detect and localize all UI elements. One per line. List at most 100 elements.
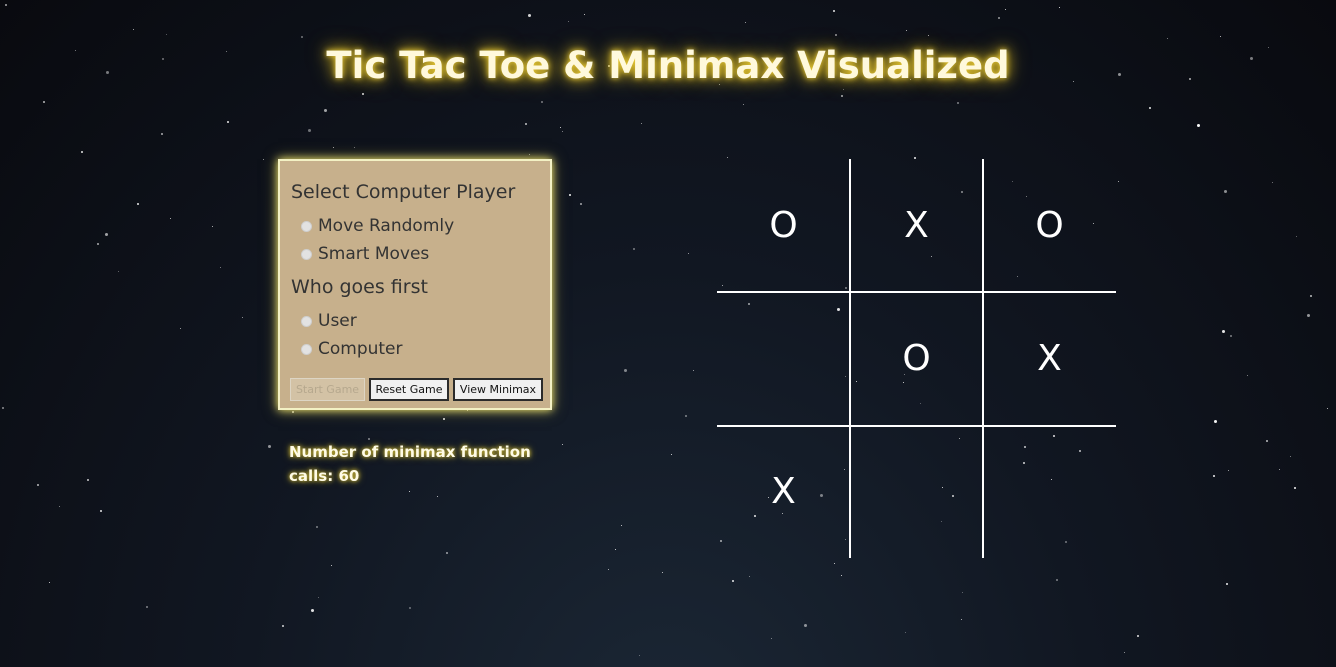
star-dot bbox=[1059, 7, 1060, 8]
star-dot bbox=[282, 625, 284, 627]
star-dot bbox=[1214, 420, 1217, 423]
star-dot bbox=[97, 243, 99, 245]
star-dot bbox=[1056, 579, 1058, 581]
star-dot bbox=[905, 632, 906, 633]
star-dot bbox=[81, 151, 83, 153]
star-dot bbox=[180, 328, 181, 329]
starfield-background bbox=[0, 0, 1336, 667]
star-dot bbox=[170, 218, 171, 219]
who-goes-first-heading: Who goes first bbox=[291, 276, 428, 298]
star-dot bbox=[641, 123, 642, 124]
board-cell[interactable]: X bbox=[983, 292, 1116, 425]
star-dot bbox=[316, 526, 318, 528]
star-dot bbox=[301, 36, 303, 38]
board-cell[interactable]: O bbox=[983, 159, 1116, 292]
start-game-button[interactable]: Start Game bbox=[290, 378, 365, 401]
computer-player-heading: Select Computer Player bbox=[291, 181, 516, 203]
star-dot bbox=[1149, 107, 1151, 109]
star-dot bbox=[621, 525, 622, 526]
star-dot bbox=[961, 619, 962, 620]
radio-button-icon[interactable] bbox=[301, 220, 312, 232]
board-cell[interactable]: X bbox=[717, 425, 850, 558]
star-dot bbox=[841, 575, 842, 576]
star-dot bbox=[409, 491, 410, 492]
star-dot bbox=[633, 248, 635, 250]
radio-button-icon[interactable] bbox=[301, 315, 312, 327]
star-dot bbox=[685, 415, 687, 417]
star-dot bbox=[1307, 314, 1310, 317]
star-dot bbox=[562, 131, 563, 132]
radio-user[interactable]: User bbox=[301, 310, 357, 332]
star-dot bbox=[562, 444, 563, 445]
star-dot bbox=[1124, 652, 1125, 653]
star-dot bbox=[541, 101, 543, 103]
board-cell[interactable]: O bbox=[850, 292, 983, 425]
board-cell[interactable] bbox=[983, 425, 1116, 558]
star-dot bbox=[568, 21, 569, 22]
star-dot bbox=[906, 30, 907, 31]
settings-panel: Select Computer Player Move Randomly Sma… bbox=[278, 159, 552, 410]
star-dot bbox=[1213, 475, 1215, 477]
star-dot bbox=[1228, 470, 1229, 471]
star-dot bbox=[732, 580, 734, 582]
star-dot bbox=[1272, 182, 1273, 183]
star-dot bbox=[268, 445, 271, 448]
star-dot bbox=[1294, 487, 1296, 489]
star-dot bbox=[1296, 236, 1297, 237]
star-dot bbox=[43, 101, 45, 103]
star-dot bbox=[146, 606, 148, 608]
star-dot bbox=[745, 22, 746, 23]
star-dot bbox=[1005, 9, 1006, 10]
star-dot bbox=[804, 624, 807, 627]
star-dot bbox=[409, 607, 411, 609]
radio-label: Smart Moves bbox=[318, 244, 430, 264]
star-dot bbox=[311, 609, 314, 612]
star-dot bbox=[1118, 181, 1119, 182]
radio-move-randomly[interactable]: Move Randomly bbox=[301, 215, 454, 237]
board-cell[interactable] bbox=[717, 292, 850, 425]
star-dot bbox=[529, 154, 530, 155]
star-dot bbox=[671, 454, 672, 455]
star-dot bbox=[263, 159, 264, 160]
star-dot bbox=[608, 569, 609, 570]
star-dot bbox=[962, 592, 963, 593]
star-dot bbox=[1226, 583, 1228, 585]
radio-label: Move Randomly bbox=[318, 216, 455, 236]
star-dot bbox=[100, 510, 102, 512]
star-dot bbox=[771, 638, 772, 639]
star-dot bbox=[133, 29, 134, 30]
star-dot bbox=[525, 123, 527, 125]
star-dot bbox=[834, 563, 835, 564]
radio-computer[interactable]: Computer bbox=[301, 338, 403, 360]
star-dot bbox=[1197, 124, 1200, 127]
radio-label: Computer bbox=[318, 339, 403, 359]
star-dot bbox=[727, 157, 728, 158]
star-dot bbox=[137, 203, 139, 205]
star-dot bbox=[308, 129, 311, 132]
star-dot bbox=[528, 14, 531, 17]
radio-button-icon[interactable] bbox=[301, 343, 312, 355]
star-dot bbox=[1266, 440, 1268, 442]
star-dot bbox=[841, 95, 843, 97]
star-dot bbox=[437, 496, 438, 497]
view-minimax-button[interactable]: View Minimax bbox=[453, 378, 543, 401]
star-dot bbox=[998, 17, 1000, 19]
star-dot bbox=[1167, 38, 1168, 39]
star-dot bbox=[833, 10, 835, 12]
reset-game-button[interactable]: Reset Game bbox=[369, 378, 449, 401]
star-dot bbox=[584, 14, 585, 15]
star-dot bbox=[318, 597, 319, 598]
radio-label: User bbox=[318, 311, 357, 331]
board-cell[interactable] bbox=[850, 425, 983, 558]
star-dot bbox=[1247, 375, 1248, 376]
board-cell[interactable]: O bbox=[717, 159, 850, 292]
radio-smart-moves[interactable]: Smart Moves bbox=[301, 243, 429, 265]
star-dot bbox=[443, 418, 445, 420]
star-dot bbox=[242, 317, 243, 318]
star-dot bbox=[1290, 456, 1291, 457]
board-cell[interactable]: X bbox=[850, 159, 983, 292]
star-dot bbox=[333, 147, 334, 148]
star-dot bbox=[1230, 335, 1232, 337]
radio-button-icon[interactable] bbox=[301, 248, 312, 260]
star-dot bbox=[688, 253, 689, 254]
